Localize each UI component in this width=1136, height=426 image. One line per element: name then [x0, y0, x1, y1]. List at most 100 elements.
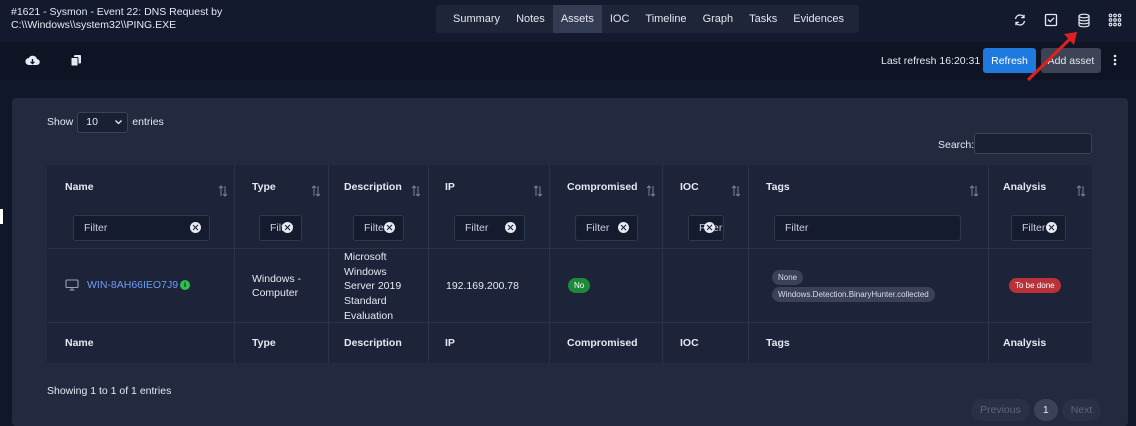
filter-ioc[interactable]: Filter — [688, 215, 724, 241]
tab-notes[interactable]: Notes — [508, 5, 553, 33]
page-length-value: 10 — [86, 115, 98, 128]
case-title: #1621 - Sysmon - Event 22: DNS Request b… — [11, 6, 241, 32]
footer-col-tags: Tags — [766, 337, 790, 349]
filter-text: Filter — [84, 222, 108, 234]
sort-icon[interactable] — [646, 185, 656, 197]
clear-icon[interactable] — [384, 222, 395, 233]
row-divider — [47, 322, 1092, 323]
asset-name-link[interactable]: WIN-8AH66IEO7J9 — [87, 279, 178, 291]
row-divider — [47, 248, 1092, 249]
sort-icon[interactable] — [533, 185, 543, 197]
clear-icon[interactable] — [190, 222, 201, 233]
footer-col-ioc: IOC — [680, 337, 699, 349]
clear-icon[interactable] — [1046, 222, 1057, 233]
description-line: Standard — [344, 295, 387, 308]
page-1-button[interactable]: 1 — [1033, 399, 1058, 421]
pagination: Previous 1 Next — [971, 399, 1102, 421]
filter-text: Filter — [586, 222, 610, 234]
col-header-ip[interactable]: IP — [445, 181, 455, 193]
tab-assets[interactable]: Assets — [552, 5, 602, 33]
tag-badge: None — [772, 270, 804, 285]
footer-col-name: Name — [65, 337, 94, 349]
page-length-control: Show 10 entries — [47, 111, 164, 133]
more-options-icon[interactable] — [1113, 54, 1121, 68]
footer-col-description: Description — [344, 337, 402, 349]
grid-icon[interactable] — [1107, 12, 1123, 28]
mail-check-icon[interactable] — [1043, 12, 1059, 28]
analysis-status-badge: To be done — [1009, 278, 1061, 293]
footer-col-compromised: Compromised — [567, 337, 638, 349]
asset-type-line1: Windows - — [252, 273, 302, 285]
sort-icon[interactable] — [411, 185, 421, 197]
col-header-compromised[interactable]: Compromised — [567, 181, 638, 193]
page-length-select[interactable]: 10 — [77, 111, 129, 133]
description-line: Windows — [344, 265, 387, 278]
last-refresh-text: Last refresh 16:20:31 — [881, 55, 981, 67]
copy-icon[interactable] — [70, 54, 86, 68]
description-line: Server 2019 — [344, 280, 402, 293]
sidebar-handle[interactable] — [0, 209, 3, 224]
clear-icon[interactable] — [505, 222, 516, 233]
description-line: Microsoft — [344, 251, 387, 263]
compromised-badge: No — [568, 278, 591, 293]
asset-type: Windows - Computer — [252, 272, 301, 300]
tab-graph[interactable]: Graph — [695, 5, 742, 33]
col-header-type[interactable]: Type — [252, 181, 276, 193]
clear-icon[interactable] — [618, 222, 629, 233]
filter-text: Filter — [1022, 222, 1046, 234]
col-header-analysis[interactable]: Analysis — [1003, 181, 1046, 193]
filter-analysis[interactable]: Filter — [1011, 215, 1066, 241]
col-header-tags[interactable]: Tags — [766, 181, 790, 193]
next-page-button[interactable]: Next — [1061, 399, 1102, 421]
filter-type[interactable]: Filter — [259, 215, 302, 241]
description-line: Evaluation — [344, 309, 394, 322]
sort-icon[interactable] — [1076, 185, 1086, 197]
footer-col-ip: IP — [445, 337, 455, 349]
search-input[interactable] — [974, 133, 1092, 154]
column-divider — [328, 165, 329, 363]
col-header-ioc[interactable]: IOC — [680, 181, 699, 193]
footer-col-analysis: Analysis — [1003, 337, 1047, 349]
column-divider — [428, 165, 429, 363]
asset-description: Microsoft Windows Server 2019 Standard E… — [344, 250, 401, 324]
filter-compromised[interactable]: Filter — [575, 215, 638, 241]
column-divider — [549, 165, 550, 363]
asset-type-line2: Computer — [252, 287, 299, 299]
showing-entries-text: Showing 1 to 1 of 1 entries — [47, 385, 172, 397]
column-divider — [748, 165, 749, 363]
tab-timeline[interactable]: Timeline — [637, 5, 694, 33]
sort-icon[interactable] — [969, 185, 979, 197]
col-header-description[interactable]: Description — [344, 181, 402, 193]
sync-icon[interactable] — [1012, 12, 1028, 28]
col-header-name[interactable]: Name — [65, 181, 94, 193]
previous-page-button[interactable]: Previous — [971, 399, 1030, 421]
show-label: Show — [47, 116, 74, 128]
footer-col-type: Type — [252, 337, 276, 349]
tab-tasks[interactable]: Tasks — [741, 5, 785, 33]
tab-summary[interactable]: Summary — [445, 5, 508, 33]
tag-badge: Windows.Detection.BinaryHunter.collected — [772, 287, 935, 302]
cloud-download-icon[interactable] — [25, 54, 41, 68]
chevron-down-icon — [115, 119, 123, 124]
clear-icon[interactable] — [704, 222, 715, 233]
case-title-line1: #1621 - Sysmon - Event 22: DNS Request b… — [11, 6, 223, 18]
filter-ip[interactable]: Filter — [454, 215, 525, 241]
clear-icon[interactable] — [282, 222, 293, 233]
tab-ioc[interactable]: IOC — [602, 5, 638, 33]
sort-icon[interactable] — [731, 185, 741, 197]
sort-icon[interactable] — [311, 185, 321, 197]
database-icon[interactable] — [1076, 12, 1092, 28]
filter-tags[interactable]: Filter — [774, 215, 961, 241]
column-divider — [662, 165, 663, 363]
column-divider — [234, 165, 235, 363]
filter-name[interactable]: Filter — [73, 215, 210, 241]
filter-description[interactable]: Filter — [353, 215, 404, 241]
sort-icon[interactable] — [218, 185, 228, 197]
entries-label: entries — [132, 116, 164, 128]
info-icon[interactable]: i — [180, 280, 190, 290]
annotation-arrow-icon — [1026, 32, 1077, 82]
case-tabs: Summary Notes Assets IOC Timeline Graph … — [436, 5, 859, 33]
case-title-line2: C:\\Windows\\system32\\PING.EXE — [11, 19, 177, 31]
filter-text: Filter — [465, 222, 489, 234]
tab-evidences[interactable]: Evidences — [785, 5, 852, 33]
